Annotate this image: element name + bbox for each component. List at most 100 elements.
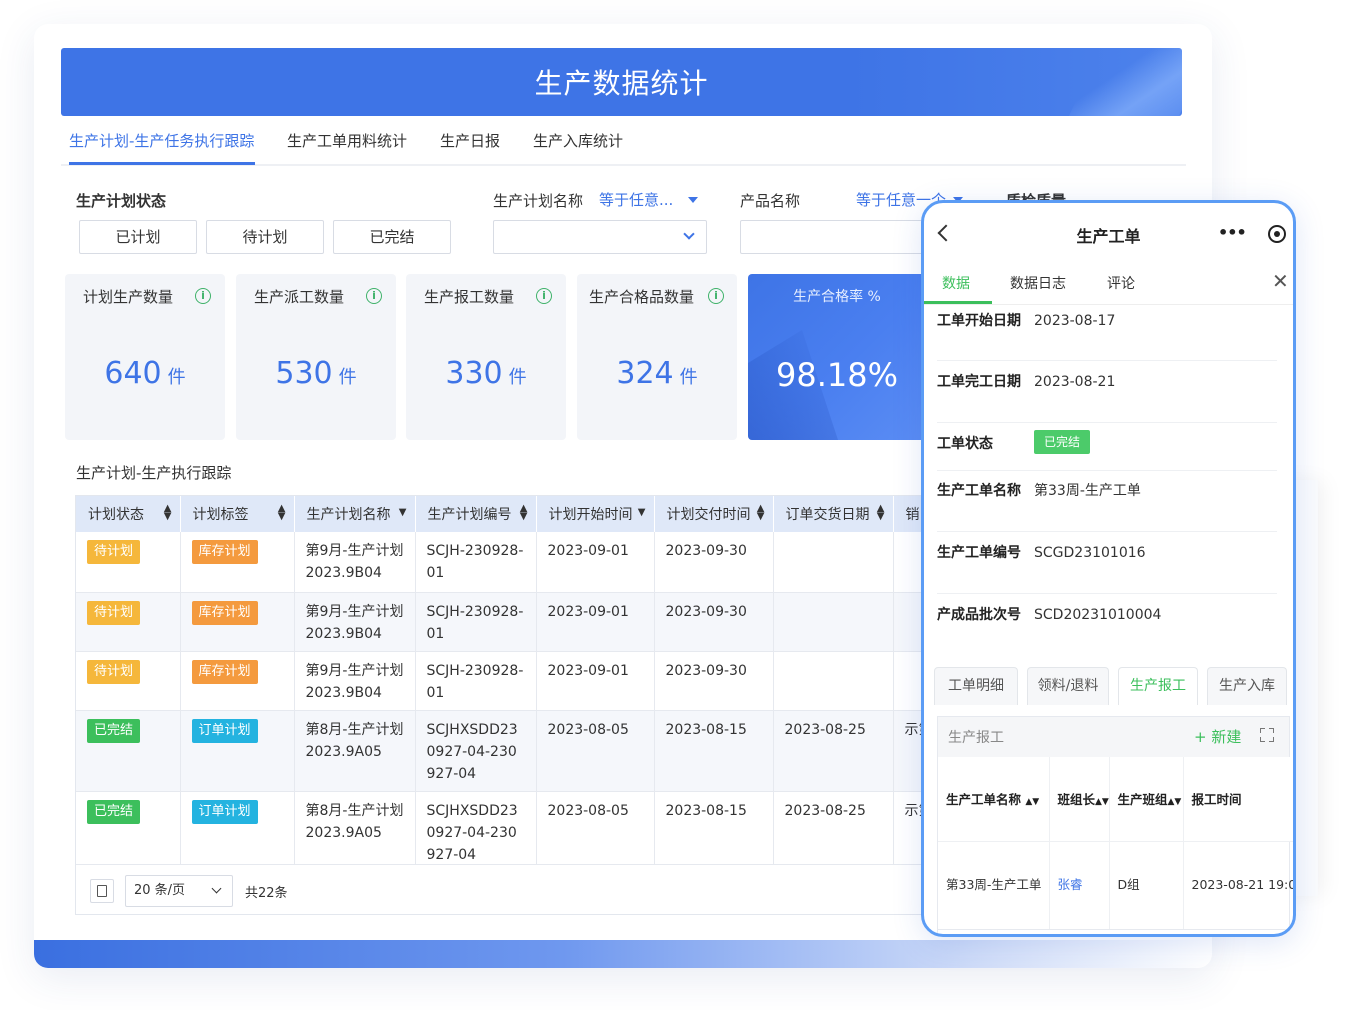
- leader-link[interactable]: 张睿: [1049, 841, 1110, 930]
- column-header[interactable]: 生产工单名称 ▲▼: [938, 757, 1050, 842]
- field-label: 工单完工日期: [937, 374, 1021, 390]
- start-date-cell: 2023-09-01: [536, 592, 655, 652]
- column-settings-icon[interactable]: [90, 879, 114, 903]
- tab-data[interactable]: 数据: [942, 273, 970, 293]
- deliver-date-cell: 2023-08-15: [654, 791, 774, 873]
- panel-header: 生产报工 + 新建: [938, 717, 1289, 757]
- subtab-order-detail[interactable]: 工单明细: [934, 667, 1018, 705]
- product-name-select[interactable]: [740, 220, 940, 254]
- table-row[interactable]: 已完结 订单计划 第8月-生产计划2023.9A05 SCJHXSDD23092…: [76, 791, 924, 873]
- sort-desc-icon: ▼: [637, 507, 646, 518]
- status-planned-button[interactable]: 已计划: [79, 220, 197, 254]
- kpi-value: 98.18%: [775, 356, 898, 394]
- plan-name-cell: 第9月-生产计划2023.9B04: [294, 651, 416, 711]
- tab-data-log[interactable]: 数据日志: [1010, 273, 1066, 293]
- caret-down-icon[interactable]: [688, 197, 698, 203]
- order-date-cell: 2023-08-25: [773, 791, 894, 873]
- page-title: 生产数据统计: [534, 67, 709, 100]
- column-header[interactable]: 生产计划编号 ▲ ▼: [415, 496, 537, 532]
- report-header-row: 生产工单名称 ▲▼ 班组长▲▼ 生产班组▲▼ 报工时间: [938, 757, 1293, 842]
- kpi-label: 生产合格品数量: [589, 288, 695, 306]
- report-tabs: 生产计划-生产任务执行跟踪 生产工单用料统计 生产日报 生产入库统计: [61, 120, 1186, 166]
- info-icon[interactable]: i: [708, 288, 724, 304]
- page-size-select[interactable]: 20 条/页: [125, 875, 233, 907]
- sort-icon: ▲ ▼: [163, 503, 172, 522]
- kpi-card-dispatched: 生产派工数量 i 530 件: [236, 274, 396, 440]
- field-status: 工单状态 已完结: [937, 430, 1277, 471]
- order-date-cell: [773, 592, 894, 652]
- table-row[interactable]: 待计划 库存计划 第9月-生产计划2023.9B04 SCJH-230928-0…: [76, 532, 924, 593]
- order-date-cell: 2023-08-25: [773, 710, 894, 792]
- table-row[interactable]: 待计划 库存计划 第9月-生产计划2023.9B04 SCJH-230928-0…: [76, 592, 924, 652]
- report-row[interactable]: 第33周-生产工单 张睿 D组 2023-08-21 19:07: [938, 841, 1293, 930]
- table-row[interactable]: 待计划 库存计划 第9月-生产计划2023.9B04 SCJH-230928-0…: [76, 651, 924, 711]
- column-header[interactable]: 计划标签 ▲ ▼: [180, 496, 295, 532]
- tab-warehouse-stats[interactable]: 生产入库统计: [533, 130, 623, 151]
- info-icon[interactable]: i: [366, 288, 382, 304]
- subtab-material[interactable]: 领料/退料: [1027, 667, 1109, 705]
- table-row[interactable]: 已完结 订单计划 第8月-生产计划2023.9A05 SCJHXSDD23092…: [76, 710, 924, 792]
- field-label: 生产工单名称: [937, 483, 1021, 499]
- panel-title: 生产报工: [948, 730, 1004, 746]
- sort-icon: ▲ ▼: [519, 503, 528, 522]
- sort-desc-icon: ▼: [398, 507, 407, 518]
- plan-name-cell: 第8月-生产计划2023.9A05: [294, 791, 416, 873]
- tab-plan-tracking[interactable]: 生产计划-生产任务执行跟踪: [69, 130, 254, 151]
- info-icon[interactable]: i: [536, 288, 552, 304]
- chevron-down-icon: [211, 883, 222, 894]
- plan-tag-badge: 库存计划: [191, 659, 258, 684]
- plan-code-cell: SCJH-230928-01: [415, 532, 537, 593]
- active-tab-indicator: [924, 301, 992, 304]
- mini-program-capsule: •••: [1214, 217, 1292, 249]
- expand-icon[interactable]: [1260, 728, 1274, 742]
- kpi-value: 640 件: [104, 356, 186, 391]
- column-header[interactable]: 班组长▲▼: [1049, 757, 1110, 842]
- field-batch-number: 产成品批次号 SCD20231010004: [937, 605, 1277, 655]
- status-badge: 已完结: [87, 718, 141, 743]
- subtab-production-report[interactable]: 生产报工: [1118, 667, 1198, 705]
- more-icon[interactable]: •••: [1218, 223, 1247, 242]
- plan-code-cell: SCJH-230928-01: [415, 651, 537, 711]
- field-finish-date: 工单完工日期 2023-08-21: [937, 372, 1277, 423]
- deliver-date-cell: 2023-08-15: [654, 710, 774, 792]
- kpi-card-qualified: 生产合格品数量 i 324 件: [577, 274, 737, 440]
- gradient-footer-bar: [34, 940, 1210, 968]
- report-table: 生产工单名称 ▲▼ 班组长▲▼ 生产班组▲▼ 报工时间 第33周-生产工单 张睿…: [938, 757, 1293, 930]
- column-header[interactable]: 生产计划名称 ▼: [294, 496, 416, 532]
- dashboard-header: 生产数据统计: [61, 48, 1182, 116]
- column-header[interactable]: 订单交货日期 ▲ ▼: [773, 496, 894, 532]
- status-badge: 已完结: [87, 799, 141, 824]
- column-header[interactable]: 计划状态 ▲ ▼: [76, 496, 181, 532]
- close-icon[interactable]: ✕: [1272, 269, 1289, 293]
- status-completed-button[interactable]: 已完结: [333, 220, 451, 254]
- new-button[interactable]: + 新建: [1194, 726, 1241, 747]
- kpi-card-pass-rate: 生产合格率 % 98.18%: [748, 274, 926, 440]
- column-header[interactable]: 计划交付时间 ▲ ▼: [654, 496, 774, 532]
- status-pending-button[interactable]: 待计划: [206, 220, 324, 254]
- plan-name-select[interactable]: [493, 220, 707, 254]
- plan-name-operator[interactable]: 等于任意...: [599, 189, 673, 210]
- status-badge: 待计划: [87, 659, 141, 684]
- status-badge: 待计划: [87, 600, 141, 625]
- deliver-date-cell: 2023-09-30: [654, 592, 774, 652]
- tab-material-stats[interactable]: 生产工单用料统计: [287, 130, 407, 151]
- tracking-table: 计划状态 ▲ ▼ 计划标签 ▲ ▼ 生产计划名称 ▼ 生产计划编号 ▲ ▼ 计划开始时间 ▼ 计…: [75, 495, 925, 915]
- kpi-value: 530 件: [275, 356, 357, 391]
- column-header[interactable]: 计划开始时间 ▼: [536, 496, 655, 532]
- tab-daily-report[interactable]: 生产日报: [440, 130, 500, 151]
- order-name-cell: 第33周-生产工单: [938, 841, 1050, 930]
- kpi-label: 生产报工数量: [424, 288, 515, 306]
- column-header[interactable]: 报工时间: [1183, 757, 1293, 842]
- field-label: 生产工单编号: [937, 545, 1021, 561]
- info-icon[interactable]: i: [195, 288, 211, 304]
- subtab-warehouse-in[interactable]: 生产入库: [1207, 667, 1287, 705]
- close-target-icon[interactable]: [1268, 225, 1286, 243]
- field-label: 工单状态: [937, 436, 993, 452]
- plan-status-label: 生产计划状态: [76, 192, 167, 210]
- field-value: SCGD23101016: [1034, 545, 1146, 561]
- deliver-date-cell: 2023-09-30: [654, 651, 774, 711]
- plan-name-cell: 第9月-生产计划2023.9B04: [294, 592, 416, 652]
- column-header[interactable]: 生产班组▲▼: [1109, 757, 1184, 842]
- tab-comments[interactable]: 评论: [1107, 273, 1135, 293]
- plan-tag-badge: 订单计划: [191, 718, 258, 743]
